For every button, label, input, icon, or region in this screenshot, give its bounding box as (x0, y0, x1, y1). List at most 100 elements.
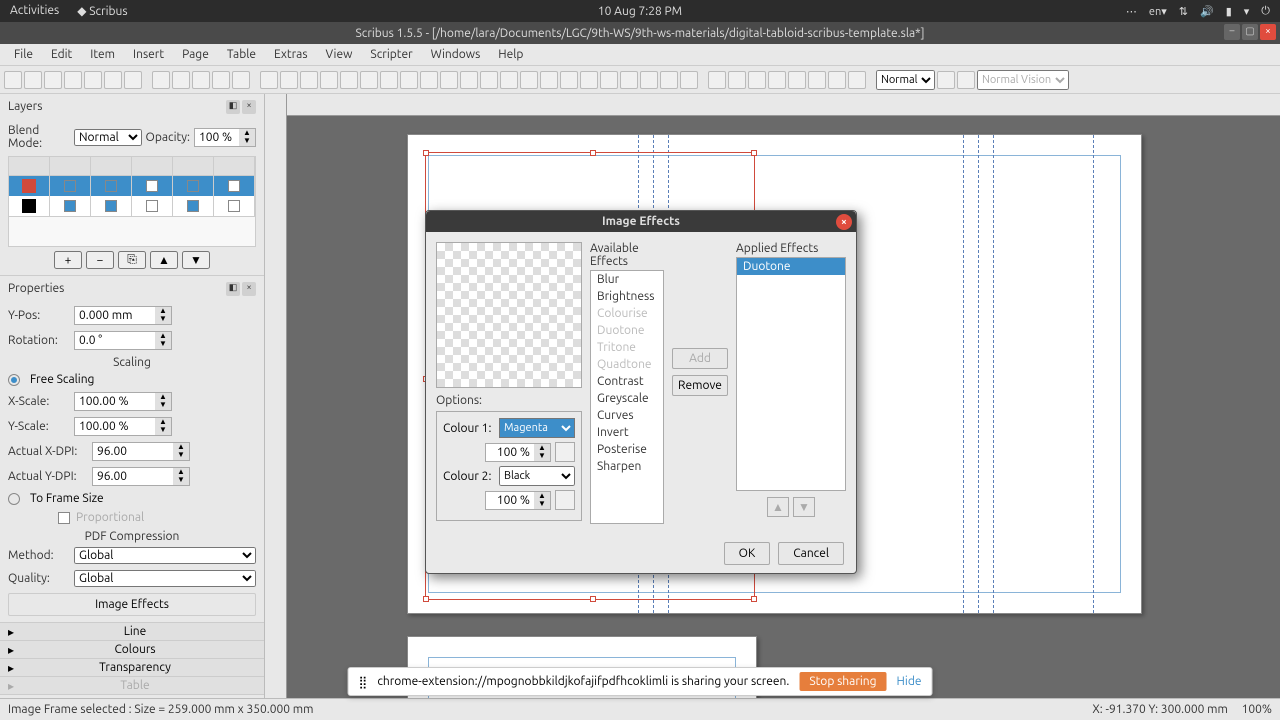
layer-dup-button[interactable]: ⎘ (118, 251, 146, 269)
vision-mode-select[interactable]: Normal Vision (977, 70, 1069, 90)
preview-button[interactable] (957, 71, 975, 89)
axdpi-input[interactable] (93, 443, 173, 460)
effect-item[interactable]: Contrast (591, 373, 663, 390)
image-frame-tool[interactable] (300, 71, 318, 89)
remove-effect-button[interactable]: Remove (672, 375, 728, 396)
menu-edit[interactable]: Edit (43, 46, 80, 63)
panel-close-icon[interactable]: × (242, 282, 256, 296)
pdf-radio-tool[interactable] (728, 71, 746, 89)
menu-help[interactable]: Help (490, 46, 531, 63)
dialog-close-button[interactable]: × (836, 214, 852, 230)
colour2-select[interactable]: Black (499, 466, 575, 486)
quality-select[interactable]: Global (74, 570, 256, 587)
render-frame-tool[interactable] (320, 71, 338, 89)
save-button[interactable] (44, 71, 62, 89)
method-select[interactable]: Global (74, 547, 256, 564)
pdf-link-tool[interactable] (848, 71, 866, 89)
volume-icon[interactable]: 🔊 (1200, 5, 1214, 18)
pdf-check-tool[interactable] (768, 71, 786, 89)
effect-item[interactable]: Sharpen (591, 458, 663, 475)
xscale-input[interactable] (75, 393, 155, 410)
edit-contents-tool[interactable] (560, 71, 578, 89)
undo-button[interactable] (152, 71, 170, 89)
layer-row[interactable] (9, 176, 255, 196)
stop-sharing-button[interactable]: Stop sharing (799, 672, 886, 691)
colour1-curve-button[interactable] (555, 442, 575, 462)
toggle-cms-button[interactable] (937, 71, 955, 89)
section-transparency[interactable]: Transparency (0, 658, 264, 676)
move-down-button[interactable]: ▼ (793, 497, 815, 517)
network-icon[interactable]: ⇅ (1179, 5, 1188, 18)
effect-item[interactable]: Invert (591, 424, 663, 441)
to-frame-radio[interactable] (8, 493, 20, 505)
pdf-annot-tool[interactable] (828, 71, 846, 89)
settings-icon[interactable]: ▾ (1244, 5, 1250, 18)
panel-undock-icon[interactable]: ◧ (226, 282, 240, 296)
open-button[interactable] (24, 71, 42, 89)
close-doc-button[interactable] (64, 71, 82, 89)
applied-effect-item[interactable]: Duotone (737, 258, 845, 275)
menu-file[interactable]: File (6, 46, 41, 63)
section-line[interactable]: Line (0, 622, 264, 640)
effect-item[interactable]: Curves (591, 407, 663, 424)
bezier-tool[interactable] (460, 71, 478, 89)
ok-button[interactable]: OK (724, 542, 771, 565)
cancel-button[interactable]: Cancel (778, 542, 844, 565)
layer-row[interactable] (9, 196, 255, 216)
menu-insert[interactable]: Insert (125, 46, 172, 63)
lang-indicator[interactable]: en▾ (1149, 5, 1167, 18)
shape-tool[interactable] (360, 71, 378, 89)
effect-item[interactable]: Brightness (591, 288, 663, 305)
blend-mode-select[interactable]: Normal (74, 129, 142, 146)
pdf-list-tool[interactable] (808, 71, 826, 89)
aydpi-input[interactable] (93, 468, 173, 485)
redo-button[interactable] (172, 71, 190, 89)
story-editor-tool[interactable] (580, 71, 598, 89)
menu-windows[interactable]: Windows (423, 46, 489, 63)
opacity-input[interactable] (195, 129, 239, 146)
menu-extras[interactable]: Extras (266, 46, 316, 63)
panel-undock-icon[interactable]: ◧ (226, 100, 240, 114)
zoom-tool[interactable] (540, 71, 558, 89)
layer-up-button[interactable]: ▲ (150, 251, 178, 269)
colour2-curve-button[interactable] (555, 490, 575, 510)
effect-item[interactable]: Posterise (591, 441, 663, 458)
minimize-button[interactable]: – (1224, 24, 1240, 40)
ypos-input[interactable] (75, 307, 155, 324)
calligraphy-tool[interactable] (500, 71, 518, 89)
colour1-percent[interactable] (486, 444, 534, 461)
maximize-button[interactable]: ▢ (1242, 24, 1258, 40)
menu-page[interactable]: Page (174, 46, 217, 63)
free-scaling-radio[interactable] (8, 374, 20, 386)
menu-table[interactable]: Table (219, 46, 264, 63)
spiral-tool[interactable] (420, 71, 438, 89)
menu-scripter[interactable]: Scripter (362, 46, 420, 63)
clock[interactable]: 10 Aug 7:28 PM (598, 5, 682, 18)
hide-share-button[interactable]: Hide (897, 675, 922, 688)
activities-button[interactable]: Activities (10, 4, 59, 18)
freehand-tool[interactable] (480, 71, 498, 89)
tray-icon[interactable]: ⋯ (1126, 5, 1137, 18)
app-indicator[interactable]: ◆ Scribus (77, 4, 127, 18)
arc-tool[interactable] (400, 71, 418, 89)
unlink-frames-tool[interactable] (620, 71, 638, 89)
colour2-percent[interactable] (486, 492, 534, 509)
layer-remove-button[interactable]: − (86, 251, 114, 269)
table-tool[interactable] (340, 71, 358, 89)
new-doc-button[interactable] (4, 71, 22, 89)
pdf-text-tool[interactable] (748, 71, 766, 89)
print-button[interactable] (84, 71, 102, 89)
share-drag-icon[interactable]: ⣿ (359, 675, 368, 689)
section-table[interactable]: Table (0, 676, 264, 694)
preflight-button[interactable] (104, 71, 122, 89)
layer-add-button[interactable]: + (54, 251, 82, 269)
battery-icon[interactable]: ▮ (1226, 5, 1232, 18)
measure-tool[interactable] (640, 71, 658, 89)
panel-close-icon[interactable]: × (242, 100, 256, 114)
paste-button[interactable] (232, 71, 250, 89)
close-button[interactable]: × (1260, 24, 1276, 40)
menu-view[interactable]: View (318, 46, 361, 63)
available-effects-list[interactable]: BlurBrightnessColouriseDuotoneTritoneQua… (590, 270, 664, 524)
eyedropper-tool[interactable] (680, 71, 698, 89)
text-frame-tool[interactable] (280, 71, 298, 89)
